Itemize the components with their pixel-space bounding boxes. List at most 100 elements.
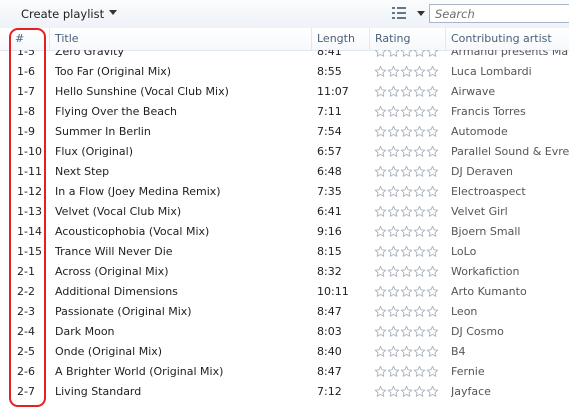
rating-stars[interactable] (374, 122, 444, 142)
view-options-dropdown-icon[interactable] (417, 11, 425, 16)
track-row[interactable]: 2-2 Additional Dimensions 10:11 Arto Kumant… (0, 282, 569, 302)
track-row[interactable]: 2-3 Passionate (Original Mix) 8:47 Leon (0, 302, 569, 322)
star-icon[interactable] (400, 365, 413, 378)
star-icon[interactable] (374, 50, 387, 58)
star-icon[interactable] (387, 385, 400, 398)
rating-stars[interactable] (374, 322, 444, 342)
star-icon[interactable] (413, 365, 426, 378)
rating-stars[interactable] (374, 62, 444, 82)
star-icon[interactable] (413, 345, 426, 358)
star-icon[interactable] (374, 345, 387, 358)
star-icon[interactable] (413, 225, 426, 238)
star-icon[interactable] (387, 265, 400, 278)
rating-stars[interactable] (374, 262, 444, 282)
rating-stars[interactable] (374, 242, 444, 262)
star-icon[interactable] (387, 65, 400, 78)
track-row[interactable]: 1-13 Velvet (Vocal Club Mix) 6:41 Velvet Gi… (0, 202, 569, 222)
star-icon[interactable] (387, 205, 400, 218)
star-icon[interactable] (426, 345, 439, 358)
star-icon[interactable] (400, 65, 413, 78)
column-header-rating[interactable]: Rating (370, 28, 446, 50)
track-row[interactable]: 1-7 Hello Sunshine (Vocal Club Mix) 11:07 A… (0, 82, 569, 102)
track-row[interactable]: 1-10 Flux (Original) 6:57 Parallel Sound & … (0, 142, 569, 162)
star-icon[interactable] (413, 265, 426, 278)
star-icon[interactable] (387, 245, 400, 258)
star-icon[interactable] (426, 105, 439, 118)
star-icon[interactable] (387, 125, 400, 138)
star-icon[interactable] (400, 165, 413, 178)
rating-stars[interactable] (374, 202, 444, 222)
track-row[interactable]: 1-9 Summer In Berlin 7:54 Automode (0, 122, 569, 142)
star-icon[interactable] (374, 325, 387, 338)
rating-stars[interactable] (374, 142, 444, 162)
star-icon[interactable] (387, 365, 400, 378)
star-icon[interactable] (413, 145, 426, 158)
star-icon[interactable] (426, 85, 439, 98)
star-icon[interactable] (413, 50, 426, 58)
star-icon[interactable] (400, 385, 413, 398)
star-icon[interactable] (426, 50, 439, 58)
star-icon[interactable] (374, 205, 387, 218)
star-icon[interactable] (374, 165, 387, 178)
track-row[interactable]: 2-5 Onde (Original Mix) 8:40 B4 (0, 342, 569, 362)
track-row[interactable]: 1-12 In a Flow (Joey Medina Remix) 7:35 Ele… (0, 182, 569, 202)
star-icon[interactable] (387, 105, 400, 118)
star-icon[interactable] (387, 345, 400, 358)
star-icon[interactable] (374, 305, 387, 318)
star-icon[interactable] (426, 185, 439, 198)
track-row[interactable]: 1-11 Next Step 6:48 DJ Deraven (0, 162, 569, 182)
track-row[interactable]: 1-6 Too Far (Original Mix) 8:55 Luca Lombar… (0, 62, 569, 82)
star-icon[interactable] (426, 165, 439, 178)
star-icon[interactable] (400, 125, 413, 138)
rating-stars[interactable] (374, 82, 444, 102)
star-icon[interactable] (413, 85, 426, 98)
rating-stars[interactable] (374, 162, 444, 182)
star-icon[interactable] (413, 325, 426, 338)
rating-stars[interactable] (374, 362, 444, 382)
star-icon[interactable] (400, 305, 413, 318)
track-row[interactable]: 2-1 Across (Original Mix) 8:32 Workafiction (0, 262, 569, 282)
star-icon[interactable] (387, 145, 400, 158)
track-row[interactable]: 2-6 A Brighter World (Original Mix) 8:47 Fe… (0, 362, 569, 382)
star-icon[interactable] (426, 365, 439, 378)
column-header-length[interactable]: Length (312, 28, 370, 50)
star-icon[interactable] (400, 325, 413, 338)
star-icon[interactable] (374, 185, 387, 198)
rating-stars[interactable] (374, 302, 444, 322)
star-icon[interactable] (374, 245, 387, 258)
star-icon[interactable] (400, 245, 413, 258)
rating-stars[interactable] (374, 222, 444, 242)
track-row[interactable]: 1-8 Flying Over the Beach 7:11 Francis Torr… (0, 102, 569, 122)
star-icon[interactable] (374, 225, 387, 238)
star-icon[interactable] (387, 325, 400, 338)
star-icon[interactable] (426, 225, 439, 238)
star-icon[interactable] (413, 385, 426, 398)
track-row[interactable]: 2-7 Living Standard 7:12 Jayface (0, 382, 569, 402)
star-icon[interactable] (413, 125, 426, 138)
star-icon[interactable] (426, 65, 439, 78)
change-view-icon[interactable] (392, 7, 406, 19)
star-icon[interactable] (413, 245, 426, 258)
track-row[interactable]: 1-5 Zero Gravity 8:41 Armandi presents Mar (0, 50, 569, 62)
star-icon[interactable] (413, 305, 426, 318)
star-icon[interactable] (426, 325, 439, 338)
star-icon[interactable] (374, 385, 387, 398)
star-icon[interactable] (426, 125, 439, 138)
search-input[interactable] (430, 5, 565, 22)
create-playlist-button[interactable]: Create playlist (21, 6, 104, 22)
star-icon[interactable] (400, 105, 413, 118)
track-row[interactable]: 1-15 Trance Will Never Die 8:15 LoLo (0, 242, 569, 262)
rating-stars[interactable] (374, 382, 444, 402)
star-icon[interactable] (426, 205, 439, 218)
star-icon[interactable] (387, 185, 400, 198)
star-icon[interactable] (374, 105, 387, 118)
star-icon[interactable] (400, 145, 413, 158)
rating-stars[interactable] (374, 50, 444, 62)
star-icon[interactable] (413, 205, 426, 218)
rating-stars[interactable] (374, 282, 444, 302)
star-icon[interactable] (426, 245, 439, 258)
rating-stars[interactable] (374, 102, 444, 122)
star-icon[interactable] (374, 85, 387, 98)
track-row[interactable]: 1-14 Acousticophobia (Vocal Mix) 9:16 Bjoer… (0, 222, 569, 242)
star-icon[interactable] (400, 285, 413, 298)
